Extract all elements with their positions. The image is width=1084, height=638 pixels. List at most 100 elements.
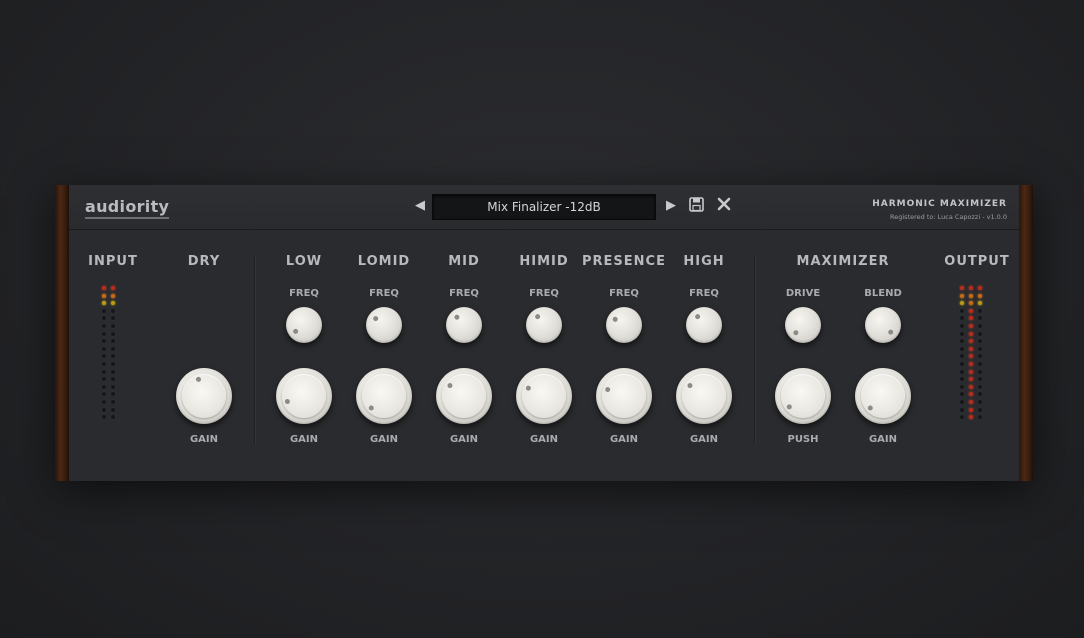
blend-knob[interactable] (865, 307, 901, 343)
presence-gain-label: GAIN (609, 434, 639, 445)
meter-led (960, 286, 964, 290)
meter-led (978, 286, 982, 290)
high-gain-label: GAIN (689, 434, 719, 445)
low-gain-label: GAIN (289, 434, 319, 445)
push-label: PUSH (787, 434, 819, 445)
himid-freq-knob[interactable] (526, 307, 562, 343)
presence-title: PRESENCE (582, 254, 666, 269)
meter-led (102, 369, 106, 374)
meter-led (969, 354, 973, 359)
dry-gain-label: GAIN (189, 434, 219, 445)
save-icon (689, 197, 704, 212)
meter-led (111, 308, 115, 313)
meter-led (111, 415, 115, 420)
meter-led (960, 301, 964, 306)
lomid-gain-knob[interactable] (356, 368, 412, 424)
drive-knob[interactable] (785, 307, 821, 343)
lomid-gain-label: GAIN (369, 434, 399, 445)
meter-led (978, 392, 982, 397)
maximizer-gain-knob[interactable] (855, 368, 911, 424)
meter-led (111, 377, 115, 382)
meter-led (978, 331, 982, 336)
lomid-freq-knob[interactable] (366, 307, 402, 343)
high-freq-label: FREQ (689, 288, 719, 299)
meter-led (111, 301, 115, 306)
high-gain-knob[interactable] (676, 368, 732, 424)
blend-label: BLEND (864, 288, 902, 299)
meter-led (978, 399, 982, 404)
meter-led (960, 339, 964, 344)
header-bar: audiority ◀ Mix Finalizer -12dB ▶ HARMON… (69, 185, 1019, 230)
presence-gain-knob[interactable] (596, 368, 652, 424)
himid-title: HIMID (519, 254, 569, 269)
meter-led (978, 323, 982, 328)
meter-led (102, 354, 106, 359)
lomid-freq-label: FREQ (369, 288, 399, 299)
output-meter-right (978, 286, 982, 420)
output-meter-left (960, 286, 964, 420)
maximizer-gain-label: GAIN (868, 434, 898, 445)
meter-led (960, 392, 964, 397)
meter-led (960, 354, 964, 359)
low-freq-label: FREQ (289, 288, 319, 299)
meter-led (969, 377, 973, 382)
output-meter-mid (969, 286, 973, 420)
mid-gain-knob[interactable] (436, 368, 492, 424)
low-gain-knob[interactable] (276, 368, 332, 424)
meter-led (111, 339, 115, 344)
meter-led (102, 361, 106, 366)
product-title: HARMONIC MAXIMIZER (872, 199, 1007, 209)
prev-preset-button[interactable]: ◀ (415, 197, 425, 215)
input-meter-left (102, 286, 106, 420)
meter-led (102, 339, 106, 344)
meter-led (978, 354, 982, 359)
himid-freq-label: FREQ (529, 288, 559, 299)
meter-led (102, 392, 106, 397)
meter-led (960, 346, 964, 351)
meter-led (102, 407, 106, 412)
meter-led (978, 339, 982, 344)
meter-led (102, 399, 106, 404)
meter-led (111, 384, 115, 389)
meter-led (111, 361, 115, 366)
meter-led (960, 323, 964, 328)
plugin-window: audiority ◀ Mix Finalizer -12dB ▶ HARMON… (55, 185, 1033, 481)
meter-led (969, 346, 973, 351)
meter-led (102, 384, 106, 389)
low-freq-knob[interactable] (286, 307, 322, 343)
meter-led (978, 301, 982, 306)
delete-preset-button[interactable] (717, 197, 731, 217)
next-arrow-icon: ▶ (666, 198, 676, 213)
himid-gain-knob[interactable] (516, 368, 572, 424)
meter-led (111, 369, 115, 374)
meter-led (969, 301, 973, 306)
wood-panel-right (1019, 185, 1033, 481)
meter-led (969, 339, 973, 344)
dry-gain-knob[interactable] (176, 368, 232, 424)
meter-led (969, 361, 973, 366)
drive-label: DRIVE (785, 288, 821, 299)
next-preset-button[interactable]: ▶ (666, 197, 676, 215)
meter-led (960, 331, 964, 336)
meter-led (111, 331, 115, 336)
meter-led (960, 407, 964, 412)
input-meter (102, 286, 115, 420)
high-freq-knob[interactable] (686, 307, 722, 343)
registration-info: Registered to: Luca Capozzi - v1.0.0 (890, 213, 1007, 221)
meter-led (960, 293, 964, 298)
preset-name-display[interactable]: Mix Finalizer -12dB (432, 194, 656, 220)
save-preset-button[interactable] (689, 197, 704, 218)
meter-led (969, 316, 973, 321)
mid-freq-knob[interactable] (446, 307, 482, 343)
meter-led (102, 316, 106, 321)
push-knob[interactable] (775, 368, 831, 424)
presence-freq-knob[interactable] (606, 307, 642, 343)
meter-led (102, 301, 106, 306)
high-title: HIGH (683, 254, 725, 269)
meter-led (960, 399, 964, 404)
meter-led (969, 323, 973, 328)
meter-led (969, 286, 973, 290)
meter-led (102, 377, 106, 382)
meter-led (978, 415, 982, 420)
meter-led (102, 346, 106, 351)
